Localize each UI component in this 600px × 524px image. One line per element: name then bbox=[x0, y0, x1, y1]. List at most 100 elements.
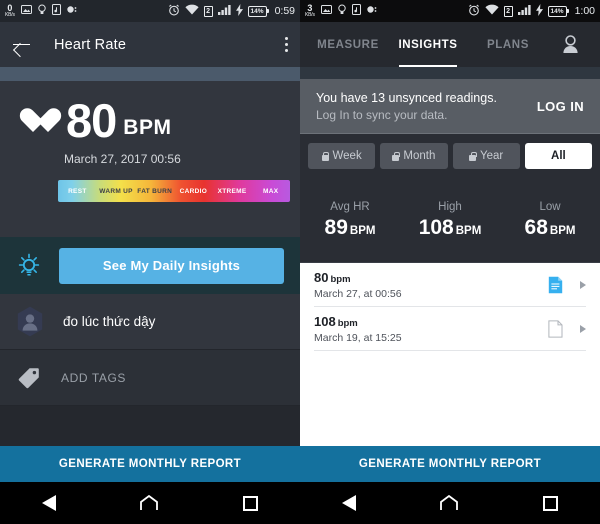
tab-underline-band bbox=[300, 67, 600, 79]
heart-rate-zone-bar: REST WARM UP FAT BURN CARDIO XTREME MAX bbox=[58, 180, 290, 202]
filter-year[interactable]: Year bbox=[452, 143, 520, 169]
charging-icon bbox=[235, 3, 243, 19]
stat-avg-hr-value: 89 bbox=[324, 215, 348, 239]
left-phone-screen: 0 KB/s 2 14% 0:59 Heart Rate 80 BPM Marc… bbox=[0, 0, 300, 524]
stat-avg-hr-label: Avg HR bbox=[330, 200, 370, 213]
bpm-unit: BPM bbox=[123, 116, 172, 139]
lock-icon-month bbox=[392, 151, 400, 161]
status-clock-right: 1:00 bbox=[574, 5, 595, 17]
measurement-timestamp: March 27, 2017 00:56 bbox=[64, 152, 181, 166]
note-document-empty-icon[interactable] bbox=[548, 319, 563, 338]
reading-value: 108 bbox=[314, 313, 336, 329]
tab-measure[interactable]: MEASURE bbox=[308, 22, 388, 67]
status-clock: 0:59 bbox=[274, 5, 295, 17]
tag-icon bbox=[16, 365, 42, 391]
table-row[interactable]: 108 bpm March 19, at 15:25 bbox=[314, 307, 586, 351]
nav-home-icon[interactable] bbox=[140, 494, 159, 511]
filter-month[interactable]: Month bbox=[380, 143, 448, 169]
status-bar-left: 0 KB/s 2 14% 0:59 bbox=[0, 0, 300, 22]
note-document-icon[interactable] bbox=[548, 276, 563, 294]
lightbulb-icon bbox=[14, 251, 44, 281]
app-bar: Heart Rate bbox=[0, 22, 300, 67]
tag-row-wakeup[interactable]: đo lúc thức dậy bbox=[0, 294, 300, 350]
summary-stats: Avg HR 89 BPM High 108 BPM Low 68 BPM bbox=[300, 178, 600, 263]
filter-week[interactable]: Week bbox=[308, 143, 376, 169]
profile-icon[interactable] bbox=[548, 22, 592, 67]
tab-plans[interactable]: PLANS bbox=[468, 22, 548, 67]
stat-avg-hr: Avg HR 89 BPM bbox=[300, 201, 400, 240]
image-icon-right bbox=[320, 5, 332, 17]
reading-value: 80 bbox=[314, 269, 329, 285]
battery-indicator: 14% bbox=[247, 5, 269, 17]
zone-label-xtreme: XTREME bbox=[217, 187, 247, 195]
see-my-daily-insights-button[interactable]: See My Daily Insights bbox=[59, 247, 284, 284]
table-row[interactable]: 80 bpm March 27, at 00:56 bbox=[314, 263, 586, 307]
zone-label-cardio: CARDIO bbox=[179, 187, 208, 195]
readings-list: 80 bpm March 27, at 00:56 108 bpm March 19… bbox=[300, 263, 600, 446]
zone-label-warmup: WARM UP bbox=[99, 187, 133, 195]
reading-unit: bpm bbox=[337, 317, 358, 329]
lock-icon-week bbox=[321, 151, 330, 161]
tag-label: đo lúc thức dậy bbox=[63, 314, 156, 329]
generate-monthly-report-button-right[interactable]: GENERATE MONTHLY REPORT bbox=[300, 446, 600, 482]
back-arrow-icon[interactable] bbox=[12, 35, 32, 55]
filter-all-label: All bbox=[551, 150, 566, 162]
sdcard-icon bbox=[51, 4, 61, 18]
reading-unit: bpm bbox=[330, 273, 351, 285]
sdcard-icon-right bbox=[351, 4, 361, 18]
status-bar-right: 3 KB/s 2 14% 1:00 bbox=[300, 0, 600, 22]
network-speed-indicator: 0 KB/s bbox=[5, 3, 15, 18]
daily-insights-section: See My Daily Insights bbox=[0, 237, 300, 294]
page-title: Heart Rate bbox=[54, 36, 127, 53]
nav-home-icon[interactable] bbox=[440, 494, 459, 511]
zone-label-fatburn: FAT BURN bbox=[137, 187, 173, 195]
stat-high-value: 108 bbox=[418, 215, 454, 239]
android-nav-bar-right bbox=[300, 482, 600, 524]
sync-message-secondary: Log In to sync your data. bbox=[316, 107, 448, 122]
stat-avg-hr-unit: BPM bbox=[349, 224, 376, 237]
log-in-button[interactable]: LOG IN bbox=[537, 99, 584, 114]
record-icon bbox=[67, 5, 78, 17]
sync-banner: You have 13 unsynced readings. Log In to… bbox=[300, 79, 600, 134]
chevron-right-icon[interactable] bbox=[580, 280, 586, 289]
chevron-right-icon[interactable] bbox=[580, 324, 586, 333]
stat-low: Low 68 BPM bbox=[500, 201, 600, 240]
reading-date: March 19, at 15:25 bbox=[314, 331, 402, 344]
battery-indicator-right: 14% bbox=[547, 5, 569, 17]
android-nav-bar-left bbox=[0, 482, 300, 524]
nav-recents-icon[interactable] bbox=[242, 495, 258, 511]
alarm-icon-right bbox=[468, 4, 480, 19]
add-tags-label: ADD TAGS bbox=[61, 370, 127, 385]
heart-icon bbox=[18, 108, 48, 135]
bulb-icon-right bbox=[338, 4, 346, 18]
lock-icon-year bbox=[469, 151, 477, 161]
zone-label-max: MAX bbox=[263, 187, 279, 195]
nav-recents-icon[interactable] bbox=[542, 495, 558, 511]
add-tags-row[interactable]: ADD TAGS bbox=[0, 350, 300, 406]
overflow-menu-icon[interactable] bbox=[284, 37, 288, 52]
signal-icon bbox=[217, 4, 231, 18]
reading-date: March 27, at 00:56 bbox=[314, 287, 402, 300]
filter-all[interactable]: All bbox=[524, 143, 592, 169]
bpm-value: 80 bbox=[66, 94, 117, 147]
filter-month-label: Month bbox=[403, 150, 436, 162]
tab-insights[interactable]: INSIGHTS bbox=[388, 22, 468, 67]
alarm-icon bbox=[168, 4, 180, 19]
stat-low-unit: BPM bbox=[549, 224, 576, 237]
image-icon bbox=[20, 5, 32, 17]
filter-week-label: Week bbox=[332, 150, 362, 162]
signal-icon-right bbox=[517, 4, 531, 18]
stat-high-unit: BPM bbox=[455, 224, 482, 237]
zone-label-rest: REST bbox=[68, 187, 87, 195]
stat-high: High 108 BPM bbox=[400, 201, 500, 240]
charging-icon-right bbox=[535, 3, 543, 19]
record-icon-right bbox=[367, 5, 378, 17]
nav-back-icon[interactable] bbox=[342, 495, 357, 511]
sync-message-primary: You have 13 unsynced readings. bbox=[316, 90, 497, 105]
nav-back-icon[interactable] bbox=[42, 495, 57, 511]
dual-screenshot: 0 KB/s 2 14% 0:59 Heart Rate 80 BPM Marc… bbox=[0, 0, 600, 524]
stat-high-label: High bbox=[438, 200, 462, 213]
stat-low-value: 68 bbox=[524, 215, 548, 239]
filter-year-label: Year bbox=[480, 150, 504, 162]
generate-monthly-report-button-left[interactable]: GENERATE MONTHLY REPORT bbox=[0, 446, 300, 482]
